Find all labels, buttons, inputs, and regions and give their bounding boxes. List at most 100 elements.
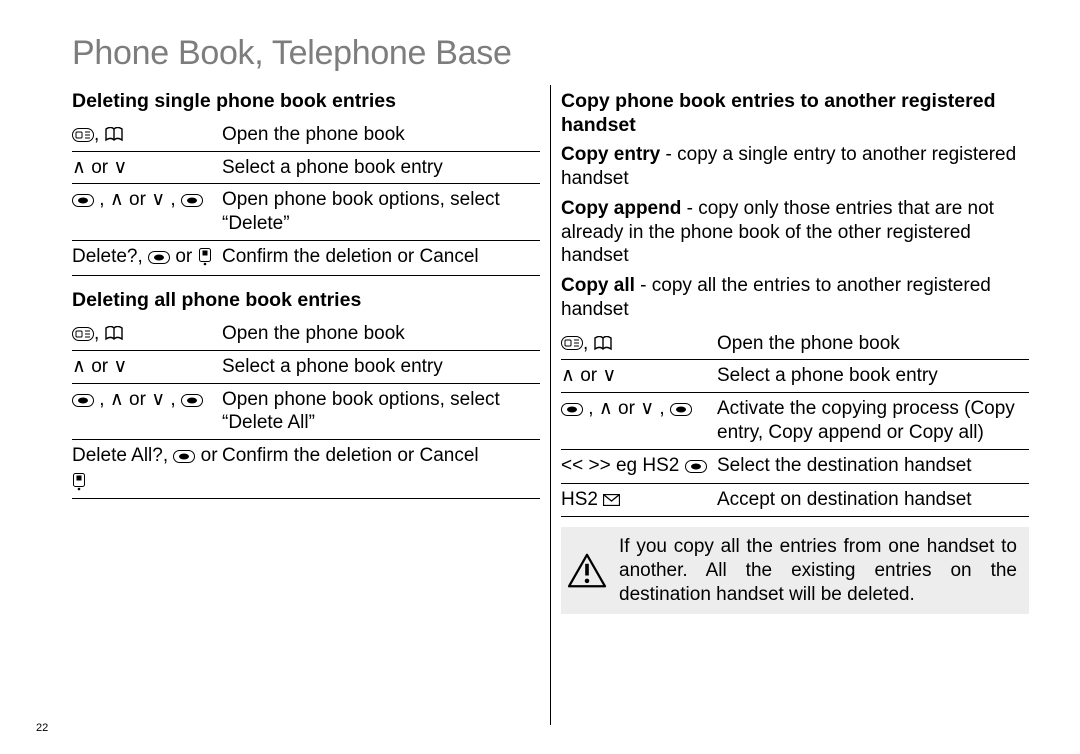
up-arrow-icon: ∧ (561, 365, 575, 386)
down-arrow-icon: ∨ (113, 157, 127, 178)
envelope-icon (603, 494, 620, 506)
desc-cell: Select the destination handset (717, 449, 1029, 484)
two-column-layout: Deleting single phone book entries , Ope… (72, 85, 1044, 725)
key-cell: ∧ or ∨ (72, 151, 222, 184)
key-cell: , ∧ or ∨ , (72, 184, 222, 241)
ok-key-icon (685, 456, 707, 480)
table-row: , ∧ or ∨ , Open phone book options, sele… (72, 184, 540, 241)
instruction-table: , Open the phone book ∧ or ∨ Select a ph… (72, 318, 540, 499)
pbook-key-icon (561, 336, 583, 350)
up-arrow-icon: ∧ (72, 356, 86, 377)
pbook-key-icon (72, 327, 94, 341)
table-row: Delete?, or Confirm the deletion or Canc… (72, 240, 540, 275)
key-cell: ∧ or ∨ (72, 350, 222, 383)
sep: , (94, 124, 105, 145)
section-heading: Deleting all phone book entries (72, 288, 540, 312)
section-heading: Deleting single phone book entries (72, 89, 540, 113)
definition-term: Copy all (561, 275, 635, 296)
down-arrow-icon: ∨ (151, 189, 165, 210)
sep: , (583, 398, 599, 419)
up-arrow-icon: ∧ (110, 189, 124, 210)
end-key-icon (72, 473, 86, 491)
sep: or (575, 365, 602, 386)
book-icon (105, 326, 123, 341)
desc-cell: Confirm the deletion or Cancel (222, 240, 540, 275)
ok-key-icon (72, 190, 94, 214)
sep: , (94, 389, 110, 410)
ok-key-icon (181, 390, 203, 414)
definition: Copy entry - copy a single entry to anot… (561, 143, 1029, 191)
table-row: , ∧ or ∨ , Open phone book options, sele… (72, 383, 540, 440)
key-prefix: Delete All?, (72, 445, 173, 466)
section-heading: Copy phone book entries to another regis… (561, 89, 1029, 138)
sep: , (165, 389, 181, 410)
key-cell: , ∧ or ∨ , (72, 383, 222, 440)
table-row: , ∧ or ∨ , Activate the copying process … (561, 393, 1029, 450)
table-row: , Open the phone book (72, 318, 540, 350)
ok-key-icon (148, 247, 170, 271)
end-key-icon (198, 248, 212, 266)
key-text: HS2 (561, 489, 603, 510)
sep: , (583, 333, 594, 354)
sep: , (94, 189, 110, 210)
page-title: Phone Book, Telephone Base (72, 32, 1044, 75)
sep: or (124, 189, 151, 210)
book-icon (594, 336, 612, 351)
sep: or (195, 445, 217, 466)
warning-text: If you copy all the entries from one han… (619, 535, 1017, 606)
instruction-table: , Open the phone book ∧ or ∨ Select a ph… (561, 328, 1029, 518)
desc-cell: Open phone book options, select “Delete” (222, 184, 540, 241)
ok-key-icon (670, 399, 692, 423)
sep: or (613, 398, 640, 419)
down-arrow-icon: ∨ (640, 398, 654, 419)
definition-term: Copy entry (561, 144, 660, 165)
desc-cell: Open the phone book (717, 328, 1029, 360)
up-arrow-icon: ∧ (110, 389, 124, 410)
sep: , (94, 323, 105, 344)
down-arrow-icon: ∨ (151, 389, 165, 410)
table-row: << >> eg HS2 Select the destination hand… (561, 449, 1029, 484)
ok-key-icon (72, 390, 94, 414)
ok-key-icon (173, 446, 195, 470)
down-arrow-icon: ∨ (113, 356, 127, 377)
table-row: , Open the phone book (72, 119, 540, 151)
key-cell: , ∧ or ∨ , (561, 393, 717, 450)
up-arrow-icon: ∧ (72, 157, 86, 178)
desc-cell: Open phone book options, select “Delete … (222, 383, 540, 440)
left-column: Deleting single phone book entries , Ope… (72, 85, 550, 725)
table-row: Delete All?, or Confirm the deletion or … (72, 440, 540, 499)
table-row: HS2 Accept on destination handset (561, 484, 1029, 517)
warning-note: If you copy all the entries from one han… (561, 527, 1029, 614)
key-cell: Delete?, or (72, 240, 222, 275)
table-row: , Open the phone book (561, 328, 1029, 360)
key-cell: << >> eg HS2 (561, 449, 717, 484)
book-icon (105, 127, 123, 142)
warning-icon (567, 553, 607, 589)
desc-cell: Open the phone book (222, 119, 540, 151)
key-text: << >> eg HS2 (561, 455, 685, 476)
sep: or (170, 246, 197, 267)
sep: or (124, 389, 151, 410)
key-cell: Delete All?, or (72, 440, 222, 499)
ok-key-icon (181, 190, 203, 214)
sep: , (165, 189, 181, 210)
key-cell: , (72, 119, 222, 151)
definition-term: Copy append (561, 198, 681, 219)
key-cell: HS2 (561, 484, 717, 517)
desc-cell: Accept on destination handset (717, 484, 1029, 517)
page-number: 22 (36, 722, 48, 736)
sep: or (86, 157, 113, 178)
sep: , (654, 398, 670, 419)
desc-cell: Activate the copying process (Copy entry… (717, 393, 1029, 450)
definition: Copy all - copy all the entries to anoth… (561, 274, 1029, 322)
desc-cell: Open the phone book (222, 318, 540, 350)
key-cell: , (561, 328, 717, 360)
up-arrow-icon: ∧ (599, 398, 613, 419)
desc-cell: Confirm the deletion or Cancel (222, 440, 540, 499)
instruction-table: , Open the phone book ∧ or ∨ Select a ph… (72, 119, 540, 276)
table-row: ∧ or ∨ Select a phone book entry (72, 350, 540, 383)
key-cell: , (72, 318, 222, 350)
ok-key-icon (561, 399, 583, 423)
definition: Copy append - copy only those entries th… (561, 197, 1029, 268)
right-column: Copy phone book entries to another regis… (551, 85, 1029, 725)
